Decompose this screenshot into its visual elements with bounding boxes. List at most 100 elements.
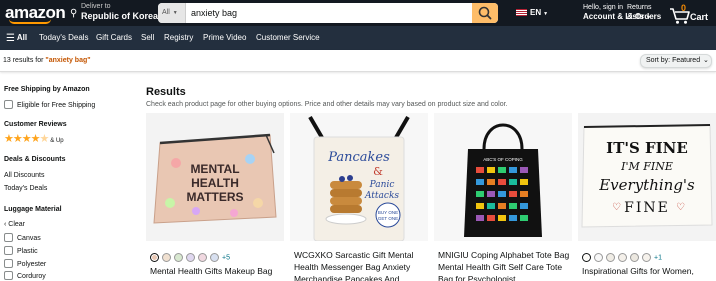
language-selector[interactable]: EN ▼: [516, 8, 548, 17]
color-swatch[interactable]: [186, 253, 195, 263]
product-image-text: ABC'S OF COPING: [483, 157, 523, 162]
returns-label: Returns: [627, 4, 652, 11]
messenger-bag-image: Pancakes & Panic Attacks BUY ONE GET ONE: [290, 113, 428, 241]
star-rating-icon: ★★★★★: [4, 133, 49, 145]
chevron-down-icon: ▼: [172, 10, 178, 16]
product-image[interactable]: IT'S FINE I'M FINE Everything's FINE ♡ ♡: [578, 113, 716, 241]
filter-material-label: Canvas: [17, 235, 41, 242]
product-image-text: FINE: [624, 200, 670, 216]
results-query: "anxiety bag": [45, 57, 91, 64]
product-card: IT'S FINE I'M FINE Everything's FINE ♡ ♡…: [578, 113, 716, 281]
color-swatch[interactable]: [642, 253, 651, 263]
color-swatch[interactable]: [210, 253, 219, 263]
returns-and-orders[interactable]: Returns & Orders: [627, 4, 661, 22]
color-swatch[interactable]: [198, 253, 207, 263]
product-title[interactable]: Mental Health Gifts Makeup Bag: [150, 265, 282, 277]
color-swatch[interactable]: [630, 253, 639, 263]
results-info-bar: 13 results for "anxiety bag" Sort by: Fe…: [0, 50, 716, 72]
results-heading: Results: [146, 86, 186, 98]
color-swatch[interactable]: [618, 253, 627, 263]
deals-heading: Deals & Discounts: [4, 156, 66, 163]
checkbox[interactable]: [4, 259, 13, 268]
filter-free-shipping[interactable]: Eligible for Free Shipping: [4, 100, 95, 109]
filter-material-canvas[interactable]: Canvas: [4, 233, 41, 242]
language-label: EN: [530, 8, 542, 17]
filter-material-label: Plastic: [17, 248, 38, 255]
deliver-to-location[interactable]: ⚲ Deliver to Republic of Korea: [70, 3, 158, 23]
filter-material-polyester[interactable]: Polyester: [4, 259, 46, 268]
filter-material-plastic[interactable]: Plastic: [4, 246, 38, 255]
cart-label: Cart: [690, 12, 709, 22]
more-colors-link[interactable]: +1: [654, 254, 662, 261]
product-image-text: MENTAL: [190, 162, 239, 176]
product-title[interactable]: WCGXKO Sarcastic Gift Mental Health Mess…: [294, 249, 426, 281]
chevron-down-icon: ⌄: [703, 57, 709, 64]
amazon-logo-smile: [9, 19, 51, 24]
clear-filter-label: Clear: [8, 221, 26, 228]
product-image[interactable]: MENTAL HEALTH MATTERS: [146, 113, 284, 241]
nav-link-sell[interactable]: Sell: [141, 33, 154, 42]
nav-link-registry[interactable]: Registry: [164, 33, 193, 42]
filter-todays-deals[interactable]: Today's Deals: [4, 185, 47, 192]
more-colors-link[interactable]: +5: [222, 254, 230, 261]
tote-bag-image: ABC'S OF COPING: [434, 113, 572, 241]
search-input[interactable]: [186, 3, 472, 23]
product-image-text: IT'S FINE: [606, 139, 688, 157]
us-flag-icon: [516, 9, 527, 16]
filter-four-stars-up[interactable]: ★★★★★ & Up: [4, 132, 64, 145]
makeup-bag-image: MENTAL HEALTH MATTERS: [146, 113, 284, 241]
product-image[interactable]: Pancakes & Panic Attacks BUY ONE GET ONE: [290, 113, 428, 241]
checkbox[interactable]: [4, 100, 13, 109]
product-image[interactable]: ABC'S OF COPING: [434, 113, 572, 241]
results-subtext: Check each product page for other buying…: [146, 101, 508, 108]
color-swatch[interactable]: [594, 253, 603, 263]
heart-icon: ♡: [676, 202, 685, 213]
product-image-text: GET ONE: [378, 216, 398, 221]
all-menu-label: All: [16, 33, 28, 42]
product-image-text: Pancakes: [327, 150, 390, 165]
product-title[interactable]: MNIGIU Coping Alphabet Tote Bag Mental H…: [438, 249, 570, 281]
all-menu-button[interactable]: ☰ All: [6, 33, 27, 44]
color-swatch[interactable]: [162, 253, 171, 263]
search-button[interactable]: [472, 3, 498, 23]
orders-label: & Orders: [627, 12, 662, 21]
product-image-text: &: [373, 165, 383, 178]
chevron-down-icon: ▼: [543, 11, 549, 17]
filter-material-corduroy[interactable]: Corduroy: [4, 271, 46, 280]
sort-by-dropdown[interactable]: Sort by: Featured ⌄: [640, 54, 712, 68]
filter-all-discounts[interactable]: All Discounts: [4, 172, 44, 179]
luggage-material-heading: Luggage Material: [4, 206, 62, 213]
deliver-to-label: Deliver to: [81, 3, 111, 10]
nav-link-gift-cards[interactable]: Gift Cards: [96, 33, 132, 42]
nav-link-customer-service[interactable]: Customer Service: [256, 33, 320, 42]
color-swatch[interactable]: [150, 253, 159, 263]
checkbox[interactable]: [4, 233, 13, 242]
product-title[interactable]: Inspirational Gifts for Women,: [582, 265, 714, 277]
sort-by-label: Sort by: Featured: [646, 57, 701, 64]
product-image-text: Attacks: [364, 191, 399, 201]
clear-filter-link[interactable]: ‹ Clear: [4, 221, 25, 228]
product-image-text: Panic: [369, 180, 395, 190]
product-image-text: Everything's: [598, 176, 695, 194]
customer-reviews-heading: Customer Reviews: [4, 121, 67, 128]
reviews-suffix: & Up: [50, 138, 64, 144]
product-card: MENTAL HEALTH MATTERS +5 Mental Health G…: [146, 113, 284, 281]
results-count-text: 13 results for: [3, 57, 46, 64]
color-swatch[interactable]: [174, 253, 183, 263]
checkbox[interactable]: [4, 246, 13, 255]
deliver-to-country: Republic of Korea: [81, 11, 159, 21]
search-category-select[interactable]: All ▼: [158, 3, 186, 23]
checkbox[interactable]: [4, 271, 13, 280]
heart-icon: ♡: [612, 202, 621, 213]
color-swatch[interactable]: [606, 253, 615, 263]
color-swatch[interactable]: [582, 253, 591, 263]
filters-sidebar: Free Shipping by Amazon Eligible for Fre…: [0, 72, 138, 281]
product-image-text: MATTERS: [186, 190, 243, 204]
search-category-label: All: [162, 9, 170, 16]
nav-link-prime-video[interactable]: Prime Video: [203, 33, 246, 42]
results-count: 13 results for "anxiety bag": [3, 57, 91, 64]
cart-count: 0: [681, 3, 687, 13]
filter-free-shipping-label: Eligible for Free Shipping: [17, 102, 96, 109]
cart-button[interactable]: 0 Cart: [669, 3, 715, 25]
nav-link-todays-deals[interactable]: Today's Deals: [39, 33, 89, 42]
